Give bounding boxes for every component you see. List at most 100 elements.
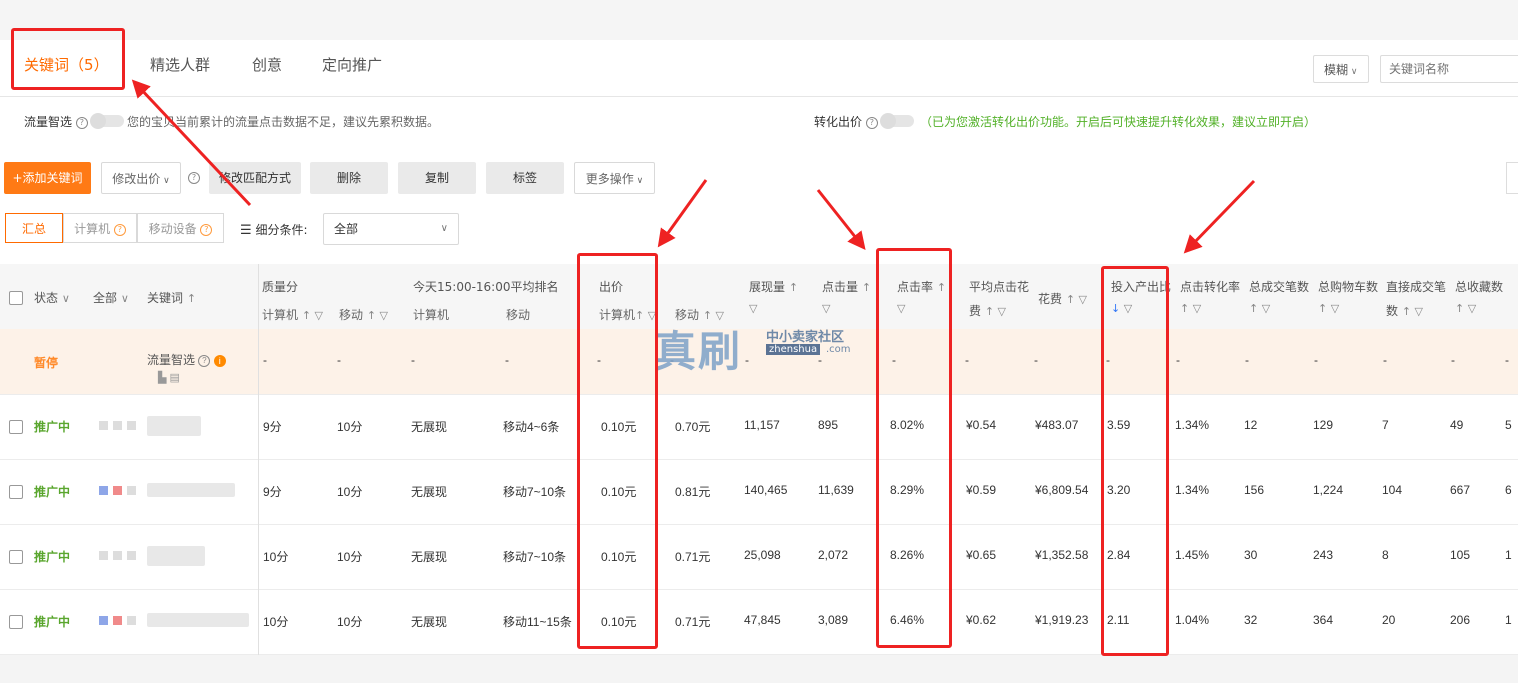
help-icon[interactable]: ? [865,116,878,129]
keyword-search-input[interactable] [1380,55,1518,83]
clicks: 2,072 [818,548,849,562]
filter-icon[interactable]: ▽ [897,302,905,315]
flow-toggle[interactable] [90,113,124,129]
tab-keywords[interactable]: 关键词（5） [24,54,109,75]
keyword-tag-icon [127,551,136,560]
filter-icon[interactable]: ▽ [822,302,830,315]
roi-header[interactable]: 投入产出比 [1111,278,1171,295]
modify-match-button[interactable]: 修改匹配方式 [209,162,301,194]
bid-pc[interactable]: 0.10元 [601,418,636,435]
quality-header: 质量分 [262,280,299,294]
bid-mobile[interactable]: 0.70元 [675,418,710,435]
spend-header[interactable]: 花费 ↑ ▽ [1038,290,1087,307]
sort-icon[interactable]: ↑ ▽ [1249,302,1270,315]
info-icon[interactable]: i [213,354,226,367]
bid-mobile-header[interactable]: 移动 ↑ ▽ [675,306,724,323]
quality-mobile-header[interactable]: 移动 ↑ ▽ [339,306,388,323]
row-checkbox[interactable] [9,420,23,434]
clicks-header[interactable]: 点击量 ↑ [822,278,871,295]
rank-mobile: 移动7~10条 [503,550,567,564]
cvr: 1.34% [1175,418,1210,432]
avg-cpc-header[interactable]: 平均点击花 [969,278,1029,295]
impressions: 11,157 [744,418,780,432]
delete-button[interactable]: 删除 [310,162,388,194]
cvr-header[interactable]: 点击转化率 [1180,278,1240,295]
help-icon[interactable]: ? [198,354,211,367]
tab-creative[interactable]: 创意 [252,54,282,75]
impressions-header[interactable]: 展现量 ↑ [749,278,798,295]
dash: - [745,353,749,367]
help-icon[interactable]: ? [188,172,200,184]
status-badge: 推广中 [34,420,71,434]
sort-icon[interactable]: ↑ ▽ [1318,302,1339,315]
bid-pc[interactable]: 0.10元 [601,548,636,565]
flow-label: 流量智选 ? [24,113,88,130]
rank-pc-header: 计算机 [413,308,450,322]
dash: - [597,353,601,367]
quality-pc-header[interactable]: 计算机 ↑ ▽ [262,306,323,323]
chevron-down-icon: ∨ [1348,67,1358,77]
sort-icon[interactable]: ↑ ▽ [1180,302,1201,315]
keyword-header[interactable]: 关键词 ↑ [147,289,196,306]
direct-header[interactable]: 直接成交笔 [1386,278,1446,295]
tag-button[interactable]: 标签 [486,162,564,194]
impressions: 25,098 [744,548,781,562]
bid-pc-header[interactable]: 计算机↑ ▽ [599,306,656,323]
row-checkbox[interactable] [9,485,23,499]
add-keyword-button[interactable]: +添加关键词 [4,162,91,194]
ctr-header[interactable]: 点击率 ↑ [897,278,946,295]
spend: ¥6,809.54 [1035,483,1089,497]
impressions: 140,465 [744,483,788,497]
extra-col: 6 [1505,483,1512,497]
avg-cpc-header-2[interactable]: 费 ↑ ▽ [969,302,1006,319]
tab-crowd[interactable]: 精选人群 [150,54,210,75]
all-filter[interactable]: 全部 ∨ [93,289,129,306]
dash: - [505,353,509,367]
list-icon: ☰ [240,223,252,238]
subdivision-select[interactable]: 全部 ∨ [323,213,459,245]
filter-icon[interactable]: ▽ [749,302,757,315]
copy-button[interactable]: 复制 [398,162,476,194]
tab-targeting[interactable]: 定向推广 [322,54,382,75]
direct-orders: 8 [1382,548,1389,562]
direct-orders: 7 [1382,418,1389,432]
row-checkbox[interactable] [9,615,23,629]
orders: 156 [1244,483,1265,497]
quality-mobile: 10分 [337,485,363,499]
chevron-down-icon: ∨ [440,223,448,234]
fuzzy-select[interactable]: 模糊 ∨ [1313,55,1369,83]
keyword-tag-icon [127,421,136,430]
ctr: 6.46% [890,613,925,627]
bid-pc[interactable]: 0.10元 [601,613,636,630]
keyword-tag-icon [99,486,108,495]
bid-pc[interactable]: 0.10元 [601,483,636,500]
modify-bid-button[interactable]: 修改出价 ∨ [101,162,181,194]
fav-header[interactable]: 总收藏数 [1455,278,1503,295]
more-actions-button[interactable]: 更多操作 ∨ [574,162,655,194]
select-all-checkbox[interactable] [9,291,23,305]
segment-summary[interactable]: 汇总 [5,213,63,243]
spend: ¥1,352.58 [1035,548,1089,562]
sort-icon[interactable]: ↑ ▽ [1455,302,1476,315]
keyword-tag-icon [127,616,136,625]
bid-mobile[interactable]: 0.71元 [675,548,710,565]
table-row: 推广中 10分 10分 无展现 移动7~10条 0.10元 0.71元 25,0… [0,524,1518,590]
row-checkbox[interactable] [9,550,23,564]
ctr: 8.02% [890,418,925,432]
status-filter[interactable]: 状态 ∨ [34,289,70,306]
segment-mobile[interactable]: 移动设备 ? [137,213,224,243]
cart-header[interactable]: 总购物车数 [1318,278,1378,295]
right-edge-button[interactable] [1506,162,1518,194]
direct-header-2[interactable]: 数 ↑ ▽ [1386,302,1423,319]
quality-mobile: 10分 [337,615,363,629]
fuzzy-select-label: 模糊 [1324,63,1349,77]
top-strip [0,0,1518,40]
conv-toggle[interactable] [880,113,914,129]
orders-header[interactable]: 总成交笔数 [1249,278,1309,295]
segment-pc[interactable]: 计算机 ? [63,213,137,243]
bid-mobile[interactable]: 0.71元 [675,613,710,630]
sort-desc-icon[interactable]: ↓ ▽ [1111,302,1132,315]
help-icon[interactable]: ? [75,116,88,129]
bid-mobile[interactable]: 0.81元 [675,483,710,500]
chart-icon[interactable]: ▙ ▤ [158,371,180,384]
